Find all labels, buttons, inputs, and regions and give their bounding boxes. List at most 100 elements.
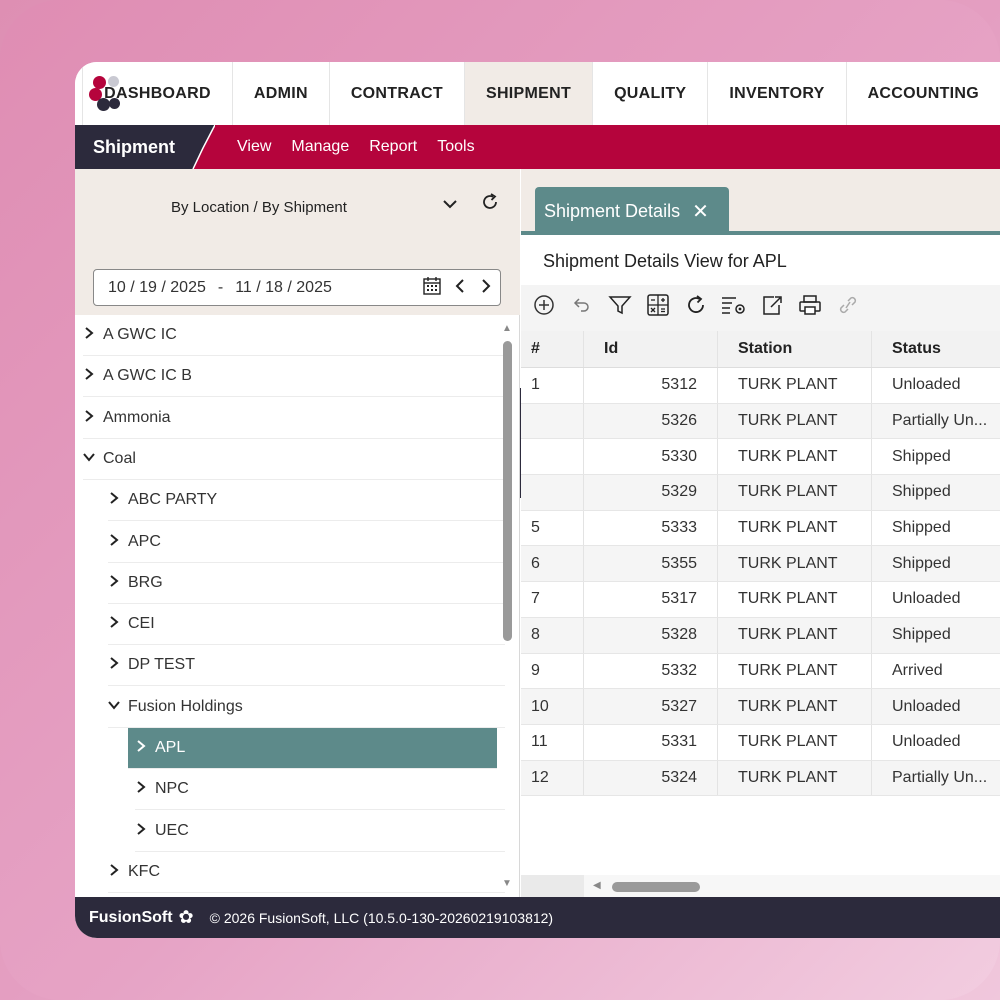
tree-node[interactable]: DP TEST xyxy=(108,645,505,687)
row-number xyxy=(521,403,584,439)
fusionsoft-logo[interactable] xyxy=(75,62,120,125)
cell-id: 5326 xyxy=(584,403,718,439)
nav-tab-inventory[interactable]: INVENTORY xyxy=(708,62,847,125)
tree-node-label: NPC xyxy=(155,780,189,798)
cell-id: 5355 xyxy=(584,546,718,582)
tree-node[interactable]: UEC xyxy=(135,811,505,852)
chevron-right-icon[interactable] xyxy=(108,491,124,509)
chevron-right-icon[interactable] xyxy=(108,615,124,633)
cell-status: Partially Un... xyxy=(892,412,988,430)
chevron-right-icon[interactable] xyxy=(83,409,99,427)
nav-tab-quality[interactable]: QUALITY xyxy=(593,62,709,125)
nav-tab-dashboard[interactable]: DASHBOARD xyxy=(83,62,233,125)
cell-station: TURK PLANT xyxy=(718,439,872,475)
tab-shipment-details[interactable]: Shipment Details ✕ xyxy=(535,187,729,235)
col-header-station[interactable]: Station xyxy=(718,331,872,367)
grid-horizontal-scrollbar[interactable]: ◀ xyxy=(521,875,1000,897)
calendar-icon[interactable] xyxy=(422,276,442,301)
chevron-right-icon[interactable] xyxy=(108,656,124,674)
scroll-down-icon[interactable]: ▼ xyxy=(502,878,512,889)
view-mode-select[interactable]: By Location / By Shipment xyxy=(171,199,347,216)
table-row[interactable]: 10 5327 TURK PLANT Unloaded xyxy=(521,689,1000,725)
table-row[interactable]: 1 5312 TURK PLANT Unloaded xyxy=(521,368,1000,404)
nav-tab-accounting[interactable]: ACCOUNTING xyxy=(847,62,1000,125)
tree-node[interactable]: BRG xyxy=(108,563,505,604)
scrollbar-thumb[interactable] xyxy=(503,341,512,641)
tree-node[interactable]: KFC xyxy=(108,852,505,893)
table-row[interactable]: 12 5324 TURK PLANT Partially Un... xyxy=(521,760,1000,797)
table-row[interactable]: 6 5355 TURK PLANT Shipped xyxy=(521,546,1000,583)
table-row[interactable]: 7 5317 TURK PLANT Unloaded xyxy=(521,582,1000,618)
tree-node[interactable]: APL xyxy=(128,728,497,769)
tree-node[interactable]: APC xyxy=(108,522,505,563)
date-range-input[interactable]: 10 / 19 / 2025 - 11 / 18 / 2025 xyxy=(93,269,501,306)
cell-id: 5312 xyxy=(584,368,718,403)
cell-status: Unloaded xyxy=(892,733,961,751)
left-panel-header: By Location / By Shipment 10 / 19 / 2025… xyxy=(75,169,520,315)
tree-node[interactable]: NPC xyxy=(135,769,505,811)
link-icon[interactable] xyxy=(829,294,867,322)
chevron-right-icon[interactable] xyxy=(108,863,124,881)
tree-node[interactable]: A GWC IC B xyxy=(83,356,505,398)
table-row[interactable]: 5330 TURK PLANT Shipped xyxy=(521,439,1000,476)
chevron-down-icon[interactable] xyxy=(108,698,124,716)
view-title: Shipment Details View for APL xyxy=(543,251,787,271)
col-header-status[interactable]: Status xyxy=(872,331,1000,367)
row-number: 8 xyxy=(521,617,584,653)
cell-station: TURK PLANT xyxy=(718,403,872,439)
date-start[interactable]: 10 / 19 / 2025 xyxy=(108,279,206,297)
close-icon[interactable]: ✕ xyxy=(692,199,709,224)
col-header-id[interactable]: Id xyxy=(584,331,718,367)
calculator-icon[interactable] xyxy=(639,293,677,323)
chevron-down-icon[interactable] xyxy=(83,450,99,468)
menu-report[interactable]: Report xyxy=(369,138,417,156)
nav-tab-admin[interactable]: ADMIN xyxy=(233,62,330,125)
tree-scrollbar[interactable]: ▲ ▼ xyxy=(501,323,513,889)
chevron-down-icon[interactable] xyxy=(441,195,459,218)
scroll-left-icon[interactable]: ◀ xyxy=(593,880,601,891)
chevron-left-icon[interactable] xyxy=(452,276,468,301)
chevron-right-icon[interactable] xyxy=(108,533,124,551)
filter-icon[interactable] xyxy=(601,294,639,322)
menu-tools[interactable]: Tools xyxy=(437,138,474,156)
table-row[interactable]: 9 5332 TURK PLANT Arrived xyxy=(521,653,1000,690)
date-end[interactable]: 11 / 18 / 2025 xyxy=(235,279,332,297)
col-header-num[interactable]: # xyxy=(521,331,584,367)
chevron-right-icon[interactable] xyxy=(108,574,124,592)
cell-status: Shipped xyxy=(892,554,951,572)
tree-node[interactable]: CEI xyxy=(108,604,505,646)
tree-node[interactable]: Coal xyxy=(83,439,505,480)
export-icon[interactable] xyxy=(753,294,791,322)
menu-manage[interactable]: Manage xyxy=(291,138,349,156)
chevron-right-icon[interactable] xyxy=(83,367,99,385)
chevron-right-icon[interactable] xyxy=(135,780,151,798)
tree-node[interactable]: ABC PARTY xyxy=(108,480,505,522)
chevron-right-icon[interactable] xyxy=(478,276,494,301)
chevron-right-icon[interactable] xyxy=(135,822,151,840)
chevron-right-icon[interactable] xyxy=(135,739,151,757)
nav-tab-contract[interactable]: CONTRACT xyxy=(330,62,465,125)
chevron-right-icon[interactable] xyxy=(83,326,99,344)
table-row[interactable]: 5 5333 TURK PLANT Shipped xyxy=(521,510,1000,547)
cell-id: 5317 xyxy=(584,582,718,617)
table-row[interactable]: 5326 TURK PLANT Partially Un... xyxy=(521,403,1000,440)
undo-icon[interactable] xyxy=(563,294,601,322)
tree-node[interactable]: Fusion Holdings xyxy=(108,687,505,728)
menu-view[interactable]: View xyxy=(237,138,271,156)
tree-node[interactable]: Ammonia xyxy=(83,398,505,439)
refresh-icon[interactable] xyxy=(677,294,715,322)
table-row[interactable]: 8 5328 TURK PLANT Shipped xyxy=(521,617,1000,654)
nav-tab-shipment[interactable]: SHIPMENT xyxy=(464,62,594,125)
footer: FusionSoft ✿ © 2026 FusionSoft, LLC (10.… xyxy=(75,897,1000,938)
refresh-icon[interactable] xyxy=(479,191,501,219)
scrollbar-thumb[interactable] xyxy=(612,882,700,892)
tree-node[interactable]: A GWC IC xyxy=(83,315,505,356)
add-icon[interactable] xyxy=(525,294,563,322)
table-row[interactable]: 11 5331 TURK PLANT Unloaded xyxy=(521,724,1000,761)
scroll-up-icon[interactable]: ▲ xyxy=(502,323,512,334)
table-row[interactable]: 5329 TURK PLANT Shipped xyxy=(521,475,1000,511)
column-settings-icon[interactable] xyxy=(715,294,753,322)
fusionsoft-flower-icon: ✿ xyxy=(178,907,194,927)
print-icon[interactable] xyxy=(791,294,829,322)
tree-node-label: Fusion Holdings xyxy=(128,697,243,715)
